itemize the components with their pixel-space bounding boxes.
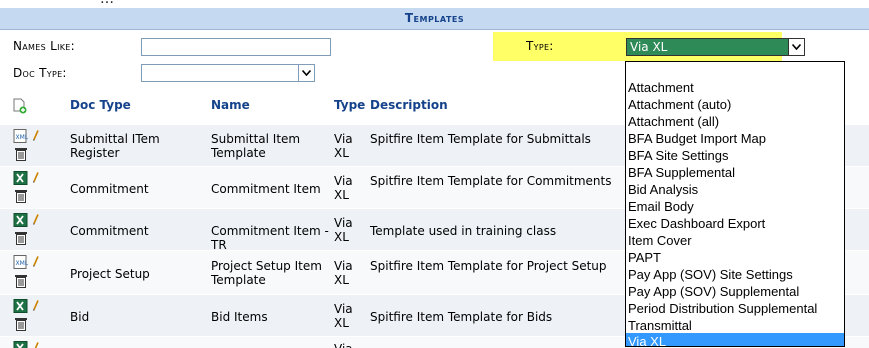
trash-icon[interactable] bbox=[13, 274, 29, 286]
dropdown-option[interactable]: Email Body bbox=[626, 198, 845, 215]
excel-file-icon[interactable] bbox=[13, 171, 29, 185]
cell-type: Via XL bbox=[334, 174, 360, 202]
dropdown-option[interactable]: BFA Supplemental bbox=[626, 164, 845, 181]
cell-doc-type: Project Setup bbox=[70, 267, 200, 281]
chevron-down-icon[interactable] bbox=[298, 65, 314, 81]
names-like-label: Names Like: bbox=[13, 39, 75, 53]
type-select[interactable]: Via XL bbox=[626, 38, 805, 56]
type-select-value: Via XL bbox=[630, 40, 667, 54]
dropdown-option[interactable]: Item Cover bbox=[626, 232, 845, 249]
col-header-name[interactable]: Name bbox=[211, 98, 250, 112]
xml-file-icon[interactable]: XML bbox=[13, 129, 29, 143]
add-template-icon[interactable] bbox=[13, 98, 27, 114]
trash-icon[interactable] bbox=[13, 317, 29, 329]
dropdown-option[interactable]: Bid Analysis bbox=[626, 181, 845, 198]
cell-description: Template used in training class bbox=[370, 224, 615, 238]
cell-doc-type: Commitment bbox=[70, 224, 200, 238]
dropdown-option[interactable]: Attachment (all) bbox=[626, 113, 845, 130]
cell-doc-type: Bid bbox=[70, 310, 200, 324]
doc-type-select[interactable] bbox=[141, 64, 315, 82]
doc-type-label: Doc Type: bbox=[13, 66, 67, 80]
trash-icon[interactable] bbox=[13, 231, 29, 243]
trash-icon[interactable] bbox=[13, 189, 29, 201]
cell-name: Project Setup Item Template bbox=[211, 259, 326, 287]
dropdown-option[interactable]: Transmittal bbox=[626, 317, 845, 334]
edit-pencil-icon[interactable] bbox=[33, 300, 39, 311]
cell-doc-type: Submittal ITem Register bbox=[70, 132, 200, 160]
type-dropdown-list[interactable]: Attachment Attachment (auto) Attachment … bbox=[625, 61, 845, 347]
dropdown-option-selected[interactable]: Via XL bbox=[626, 333, 845, 347]
cell-description: Spitfire Item Template for Submittals bbox=[370, 132, 615, 146]
cell-type: Via XL bbox=[334, 302, 360, 330]
excel-file-icon[interactable] bbox=[13, 299, 29, 313]
dropdown-option[interactable]: Attachment bbox=[626, 79, 845, 96]
svg-text:XML: XML bbox=[16, 134, 29, 141]
cell-name: Commitment Item - TR bbox=[211, 224, 331, 252]
cell-name: Bid Items bbox=[211, 310, 326, 324]
col-header-type[interactable]: Type bbox=[334, 98, 365, 112]
cell-type: Via XL bbox=[334, 259, 360, 287]
edit-pencil-icon[interactable] bbox=[33, 172, 39, 183]
xml-file-icon[interactable]: XML bbox=[13, 255, 29, 269]
edit-pencil-icon[interactable] bbox=[33, 214, 39, 225]
cell-doc-type: Commitment bbox=[70, 182, 200, 196]
dropdown-option[interactable]: Pay App (SOV) Supplemental bbox=[626, 283, 845, 300]
dropdown-option[interactable] bbox=[626, 62, 845, 79]
excel-file-icon[interactable] bbox=[13, 213, 29, 227]
dropdown-option[interactable]: BFA Budget Import Map bbox=[626, 130, 845, 147]
templates-title-bar: Templates bbox=[0, 8, 869, 30]
cell-type: Via XL bbox=[334, 216, 360, 244]
cell-type: Via XL bbox=[334, 132, 360, 160]
edit-pencil-icon[interactable] bbox=[33, 342, 39, 348]
names-like-input[interactable] bbox=[141, 38, 331, 56]
trash-icon[interactable] bbox=[13, 147, 29, 159]
col-header-doc-type[interactable]: Doc Type bbox=[70, 98, 131, 112]
cell-name: Commitment Item bbox=[211, 182, 326, 196]
dropdown-option[interactable]: Exec Dashboard Export bbox=[626, 215, 845, 232]
dropdown-option[interactable]: BFA Site Settings bbox=[626, 147, 845, 164]
edit-pencil-icon[interactable] bbox=[33, 256, 39, 267]
page-title: Templates bbox=[405, 11, 464, 25]
cell-type: Via bbox=[334, 342, 360, 348]
type-label: Type: bbox=[526, 39, 554, 53]
cell-description: Spitfire Item Template for Project Setup bbox=[370, 259, 618, 273]
cell-description: Spitfire Item Template for Commitments bbox=[370, 174, 615, 188]
col-header-description[interactable]: Description bbox=[370, 98, 448, 112]
dropdown-option[interactable]: Attachment (auto) bbox=[626, 96, 845, 113]
cell-description: Spitfire Item Template for Bids bbox=[370, 310, 615, 324]
edit-pencil-icon[interactable] bbox=[33, 130, 39, 141]
chevron-down-icon[interactable] bbox=[788, 39, 804, 55]
cell-name: Submittal Item Template bbox=[211, 132, 326, 160]
dropdown-option[interactable]: Period Distribution Supplemental bbox=[626, 300, 845, 317]
dropdown-option[interactable]: Pay App (SOV) Site Settings bbox=[626, 266, 845, 283]
dropdown-option[interactable]: PAPT bbox=[626, 249, 845, 266]
top-partial-text: … bbox=[0, 0, 869, 8]
svg-text:XML: XML bbox=[16, 260, 29, 267]
